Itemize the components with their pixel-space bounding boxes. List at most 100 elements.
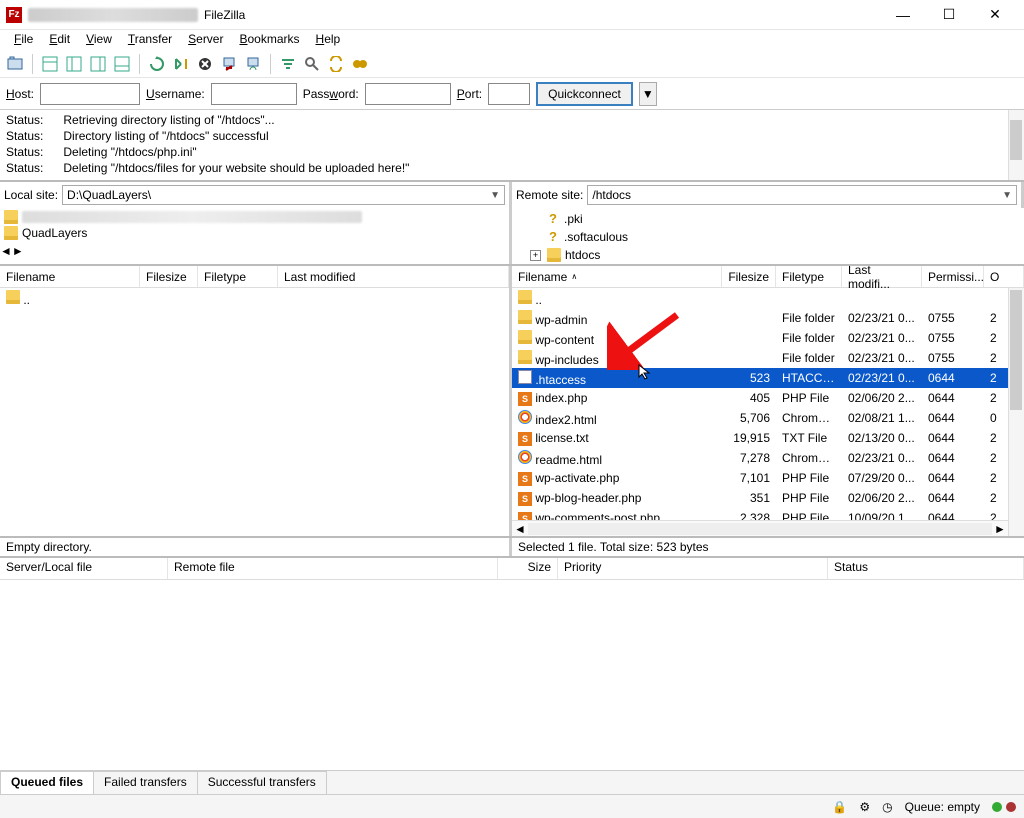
file-name: readme.html bbox=[535, 453, 602, 467]
tab-queued-files[interactable]: Queued files bbox=[0, 771, 94, 794]
reconnect-icon[interactable] bbox=[242, 53, 264, 75]
tab-successful-transfers[interactable]: Successful transfers bbox=[197, 771, 327, 794]
chevron-down-icon[interactable]: ▼ bbox=[1002, 190, 1012, 201]
qcol-priority[interactable]: Priority bbox=[558, 558, 828, 579]
menu-transfer[interactable]: Transfer bbox=[120, 30, 180, 50]
file-permissions: 0644 bbox=[922, 391, 984, 405]
menu-view[interactable]: View bbox=[78, 30, 120, 50]
queue-column-header[interactable]: Server/Local file Remote file Size Prior… bbox=[0, 558, 1024, 580]
compare-icon[interactable] bbox=[349, 53, 371, 75]
password-input[interactable] bbox=[365, 83, 451, 105]
qcol-remote[interactable]: Remote file bbox=[168, 558, 498, 579]
quickconnect-button[interactable]: Quickconnect bbox=[536, 82, 633, 106]
local-status: Empty directory. bbox=[0, 538, 512, 556]
remote-file-row[interactable]: wp-admin File folder 02/23/21 0... 0755 … bbox=[512, 308, 1024, 328]
tab-failed-transfers[interactable]: Failed transfers bbox=[93, 771, 198, 794]
site-manager-icon[interactable] bbox=[4, 53, 26, 75]
process-queue-icon[interactable] bbox=[170, 53, 192, 75]
sync-browse-icon[interactable] bbox=[325, 53, 347, 75]
remote-file-row[interactable]: readme.html 7,278 Chrome ... 02/23/21 0.… bbox=[512, 448, 1024, 468]
qcol-status[interactable]: Status bbox=[828, 558, 1024, 579]
quickconnect-dropdown[interactable]: ▼ bbox=[639, 82, 657, 106]
file-name: wp-includes bbox=[535, 353, 598, 367]
activity-led-send bbox=[992, 802, 1002, 812]
chevron-down-icon[interactable]: ▼ bbox=[490, 190, 500, 201]
tree-label: .softaculous bbox=[564, 228, 628, 246]
remote-file-row[interactable]: index2.html 5,706 Chrome ... 02/08/21 1.… bbox=[512, 408, 1024, 428]
port-input[interactable] bbox=[488, 83, 530, 105]
menu-bookmarks[interactable]: Bookmarks bbox=[231, 30, 307, 50]
remote-site-input[interactable]: /htdocs ▼ bbox=[587, 185, 1017, 205]
menu-help[interactable]: Help bbox=[308, 30, 349, 50]
remote-file-row[interactable]: S license.txt 19,915 TXT File 02/13/20 0… bbox=[512, 428, 1024, 448]
password-label: Password: bbox=[303, 87, 359, 101]
file-size: 523 bbox=[722, 371, 776, 385]
col-filetype[interactable]: Filetype bbox=[776, 266, 842, 287]
sublime-file-icon: S bbox=[518, 432, 532, 446]
cancel-icon[interactable] bbox=[194, 53, 216, 75]
col-filetype[interactable]: Filetype bbox=[198, 266, 278, 287]
remote-column-header[interactable]: Filename ∧ Filesize Filetype Last modifi… bbox=[512, 266, 1024, 288]
file-name: index.php bbox=[535, 391, 587, 405]
local-tree-item[interactable]: QuadLayers bbox=[4, 224, 505, 242]
menu-server[interactable]: Server bbox=[180, 30, 231, 50]
local-tree-hscroll[interactable]: ◄► bbox=[0, 244, 509, 258]
folder-icon bbox=[518, 350, 532, 364]
filter-icon[interactable] bbox=[277, 53, 299, 75]
folder-icon bbox=[4, 210, 18, 224]
file-modified: 02/08/21 1... bbox=[842, 411, 922, 425]
remote-file-row[interactable]: wp-includes File folder 02/23/21 0... 07… bbox=[512, 348, 1024, 368]
toggle-log-icon[interactable] bbox=[39, 53, 61, 75]
local-column-header[interactable]: Filename Filesize Filetype Last modified bbox=[0, 266, 509, 288]
host-input[interactable] bbox=[40, 83, 140, 105]
username-input[interactable] bbox=[211, 83, 297, 105]
remote-file-row[interactable]: S index.php 405 PHP File 02/06/20 2... 0… bbox=[512, 388, 1024, 408]
expand-icon[interactable]: + bbox=[530, 250, 541, 261]
local-site-input[interactable]: D:\QuadLayers\ ▼ bbox=[62, 185, 505, 205]
remote-file-row[interactable]: .htaccess 523 HTACCE... 02/23/21 0... 06… bbox=[512, 368, 1024, 388]
maximize-button[interactable]: ☐ bbox=[926, 0, 972, 30]
gear-icon: ⚙ bbox=[859, 800, 870, 814]
toggle-local-tree-icon[interactable] bbox=[63, 53, 85, 75]
remote-file-row[interactable]: S wp-blog-header.php 351 PHP File 02/06/… bbox=[512, 488, 1024, 508]
remote-file-row[interactable]: wp-content File folder 02/23/21 0... 075… bbox=[512, 328, 1024, 348]
qcol-server[interactable]: Server/Local file bbox=[0, 558, 168, 579]
qcol-size[interactable]: Size bbox=[498, 558, 558, 579]
col-permissions[interactable]: Permissi... bbox=[922, 266, 984, 287]
col-modified[interactable]: Last modified bbox=[278, 266, 509, 287]
remote-tree-item[interactable]: ?.softaculous bbox=[516, 228, 1020, 246]
file-name: wp-content bbox=[535, 333, 594, 347]
col-owner[interactable]: O bbox=[984, 266, 1024, 287]
menu-edit[interactable]: Edit bbox=[41, 30, 78, 50]
remote-hscroll[interactable]: ◄► bbox=[512, 520, 1008, 536]
remote-file-list[interactable]: .. wp-admin File folder 02/23/21 0... 07… bbox=[512, 288, 1024, 536]
file-size: 5,706 bbox=[722, 411, 776, 425]
col-filesize[interactable]: Filesize bbox=[722, 266, 776, 287]
toggle-queue-icon[interactable] bbox=[111, 53, 133, 75]
search-icon[interactable] bbox=[301, 53, 323, 75]
local-file-list[interactable]: .. bbox=[0, 288, 509, 536]
toggle-remote-tree-icon[interactable] bbox=[87, 53, 109, 75]
remote-file-row[interactable]: .. bbox=[512, 288, 1024, 308]
remote-tree-item[interactable]: +htdocs bbox=[516, 246, 1020, 264]
col-filename[interactable]: Filename ∧ bbox=[512, 266, 722, 287]
remote-tree-item[interactable]: ?.pki bbox=[516, 210, 1020, 228]
log-scrollbar[interactable] bbox=[1008, 110, 1024, 180]
file-permissions: 0644 bbox=[922, 411, 984, 425]
queue-list[interactable] bbox=[0, 580, 1024, 770]
menu-file[interactable]: File bbox=[6, 30, 41, 50]
refresh-icon[interactable] bbox=[146, 53, 168, 75]
local-tree-item[interactable] bbox=[4, 210, 505, 224]
file-permissions: 0644 bbox=[922, 471, 984, 485]
remote-vscroll[interactable] bbox=[1008, 288, 1024, 536]
file-name: .htaccess bbox=[535, 373, 586, 387]
file-modified: 02/06/20 2... bbox=[842, 391, 922, 405]
col-filesize[interactable]: Filesize bbox=[140, 266, 198, 287]
minimize-button[interactable]: — bbox=[880, 0, 926, 30]
col-filename[interactable]: Filename bbox=[0, 266, 140, 287]
disconnect-icon[interactable] bbox=[218, 53, 240, 75]
file-type: File folder bbox=[776, 331, 842, 345]
remote-file-row[interactable]: S wp-activate.php 7,101 PHP File 07/29/2… bbox=[512, 468, 1024, 488]
col-modified[interactable]: Last modifi... bbox=[842, 266, 922, 287]
close-button[interactable]: ✕ bbox=[972, 0, 1018, 30]
